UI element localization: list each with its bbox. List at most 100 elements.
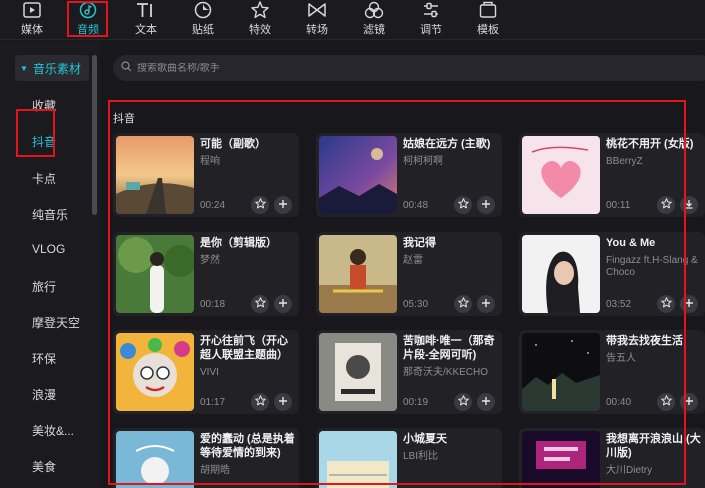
- category-sidebar: ▼ 音乐素材 收藏 抖音 卡点 纯音乐 VLOG 旅行 摩登天空 环保 浪漫 美…: [0, 41, 100, 488]
- sidebar-item-vlog[interactable]: VLOG: [32, 242, 65, 256]
- song-artist: LBI利比: [403, 451, 439, 462]
- tool-text[interactable]: 文本: [124, 0, 168, 40]
- sidebar-item-favorites[interactable]: 收藏: [32, 97, 56, 114]
- song-artist: 梦然: [200, 255, 220, 266]
- tool-effects[interactable]: 特效: [238, 0, 282, 40]
- sidebar-item-environment[interactable]: 环保: [32, 350, 56, 367]
- transition-icon: [307, 1, 327, 19]
- song-artist: 告五人: [606, 353, 636, 364]
- favorite-button[interactable]: [657, 295, 675, 313]
- song-card[interactable]: 小城夏天 LBI利比: [316, 428, 502, 488]
- sidebar-item-food[interactable]: 美食: [32, 458, 56, 475]
- star-icon: [457, 196, 469, 214]
- tool-audio[interactable]: 音频: [66, 0, 110, 40]
- song-duration: 00:40: [606, 397, 632, 408]
- tool-label: 滤镜: [363, 24, 385, 36]
- song-duration: 01:17: [200, 397, 226, 408]
- favorite-button[interactable]: [251, 295, 269, 313]
- song-cover: [116, 235, 194, 313]
- song-card[interactable]: 开心往前飞（开心超人联盟主题曲） VIVI 01:17: [113, 330, 299, 414]
- media-play-icon: [23, 1, 41, 19]
- tool-label: 特效: [249, 24, 271, 36]
- star-icon: [660, 295, 672, 313]
- song-card[interactable]: 我想离开浪浪山 (大川版) 大川Dietry: [519, 428, 705, 488]
- sidebar-item-pure-music[interactable]: 纯音乐: [32, 206, 68, 223]
- sidebar-scrollbar[interactable]: [92, 55, 97, 215]
- tool-label: 文本: [135, 24, 157, 36]
- search-icon: [121, 59, 132, 77]
- song-cover: [116, 333, 194, 411]
- song-card[interactable]: 苦咖啡·唯一（那奇片段-全网可听) 那奇沃夫/KKECHO 00:19: [316, 330, 502, 414]
- favorite-button[interactable]: [454, 295, 472, 313]
- song-card[interactable]: 爱的蠢动 (总是执着等待爱情的到来) 胡期皓: [113, 428, 299, 488]
- sidebar-item-romance[interactable]: 浪漫: [32, 386, 56, 403]
- song-artist: 程响: [200, 156, 220, 167]
- top-toolbar: 媒体 音频 文本 贴纸 特效 转场 滤镜 调节 模板: [0, 0, 705, 40]
- song-card[interactable]: 带我去找夜生活 告五人 00:40: [519, 330, 705, 414]
- favorite-button[interactable]: [657, 196, 675, 214]
- song-card[interactable]: 姑娘在远方 (主歌) 柯柯柯啊 00:48: [316, 133, 502, 217]
- add-to-track-button[interactable]: [477, 295, 495, 313]
- song-title: 桃花不用开 (女版): [606, 138, 694, 150]
- add-to-track-button[interactable]: [477, 196, 495, 214]
- star-icon: [457, 393, 469, 411]
- song-title: 小城夏天: [403, 433, 447, 445]
- add-to-track-button[interactable]: [680, 295, 698, 313]
- favorite-button[interactable]: [251, 196, 269, 214]
- song-card[interactable]: 可能（副歌） 程响 00:24: [113, 133, 299, 217]
- plus-icon: [684, 295, 694, 313]
- music-library-header[interactable]: ▼ 音乐素材: [15, 55, 89, 81]
- favorite-button[interactable]: [657, 393, 675, 411]
- favorite-button[interactable]: [251, 393, 269, 411]
- sidebar-item-travel[interactable]: 旅行: [32, 278, 56, 295]
- song-cover: [522, 431, 600, 488]
- star-icon: [457, 295, 469, 313]
- add-to-track-button[interactable]: [274, 295, 292, 313]
- song-card[interactable]: 桃花不用开 (女版) BBerryZ 00:11: [519, 133, 705, 217]
- favorite-button[interactable]: [454, 196, 472, 214]
- search-bar[interactable]: [113, 55, 705, 81]
- plus-icon: [278, 196, 288, 214]
- tool-adjust[interactable]: 调节: [409, 0, 453, 40]
- song-duration: 03:52: [606, 299, 632, 310]
- song-cover: [116, 431, 194, 488]
- add-to-track-button[interactable]: [274, 393, 292, 411]
- song-title: You & Me: [606, 237, 656, 249]
- song-title: 可能（副歌）: [200, 138, 266, 150]
- song-artist: BBerryZ: [606, 156, 643, 167]
- download-button[interactable]: [680, 196, 698, 214]
- tool-media[interactable]: 媒体: [10, 0, 54, 40]
- star-icon: [254, 393, 266, 411]
- song-card[interactable]: 是你（剪辑版） 梦然 00:18: [113, 232, 299, 316]
- tool-template[interactable]: 模板: [466, 0, 510, 40]
- section-title: 抖音: [113, 113, 135, 125]
- sidebar-item-beat[interactable]: 卡点: [32, 170, 56, 187]
- favorite-button[interactable]: [454, 393, 472, 411]
- audio-icon: [79, 1, 97, 19]
- song-card[interactable]: 我记得 赵雷 05:30: [316, 232, 502, 316]
- song-title: 爱的蠢动 (总是执着等待爱情的到来): [200, 433, 295, 459]
- tool-label: 贴纸: [192, 24, 214, 36]
- sidebar-item-modern-sky[interactable]: 摩登天空: [32, 314, 80, 331]
- song-title: 开心往前飞（开心超人联盟主题曲）: [200, 335, 288, 361]
- sidebar-item-douyin[interactable]: 抖音: [32, 133, 56, 150]
- song-title: 苦咖啡·唯一（那奇片段-全网可听): [403, 335, 495, 361]
- tool-sticker[interactable]: 贴纸: [181, 0, 225, 40]
- song-duration: 00:18: [200, 299, 226, 310]
- song-card[interactable]: You & Me Fingazz ft.H-Slang & Choco 03:5…: [519, 232, 705, 316]
- add-to-track-button[interactable]: [477, 393, 495, 411]
- search-input[interactable]: [137, 62, 697, 74]
- tool-label: 音频: [77, 24, 99, 36]
- song-artist: 大川Dietry: [606, 465, 653, 476]
- song-artist: VIVI: [200, 367, 219, 378]
- song-cover: [522, 136, 600, 214]
- sidebar-item-beauty[interactable]: 美妆&...: [32, 422, 74, 439]
- add-to-track-button[interactable]: [274, 196, 292, 214]
- download-icon: [684, 196, 694, 214]
- tool-filter[interactable]: 滤镜: [352, 0, 396, 40]
- star-icon: [660, 196, 672, 214]
- song-artist: 柯柯柯啊: [403, 156, 443, 167]
- add-to-track-button[interactable]: [680, 393, 698, 411]
- tool-transition[interactable]: 转场: [295, 0, 339, 40]
- song-duration: 00:48: [403, 200, 429, 211]
